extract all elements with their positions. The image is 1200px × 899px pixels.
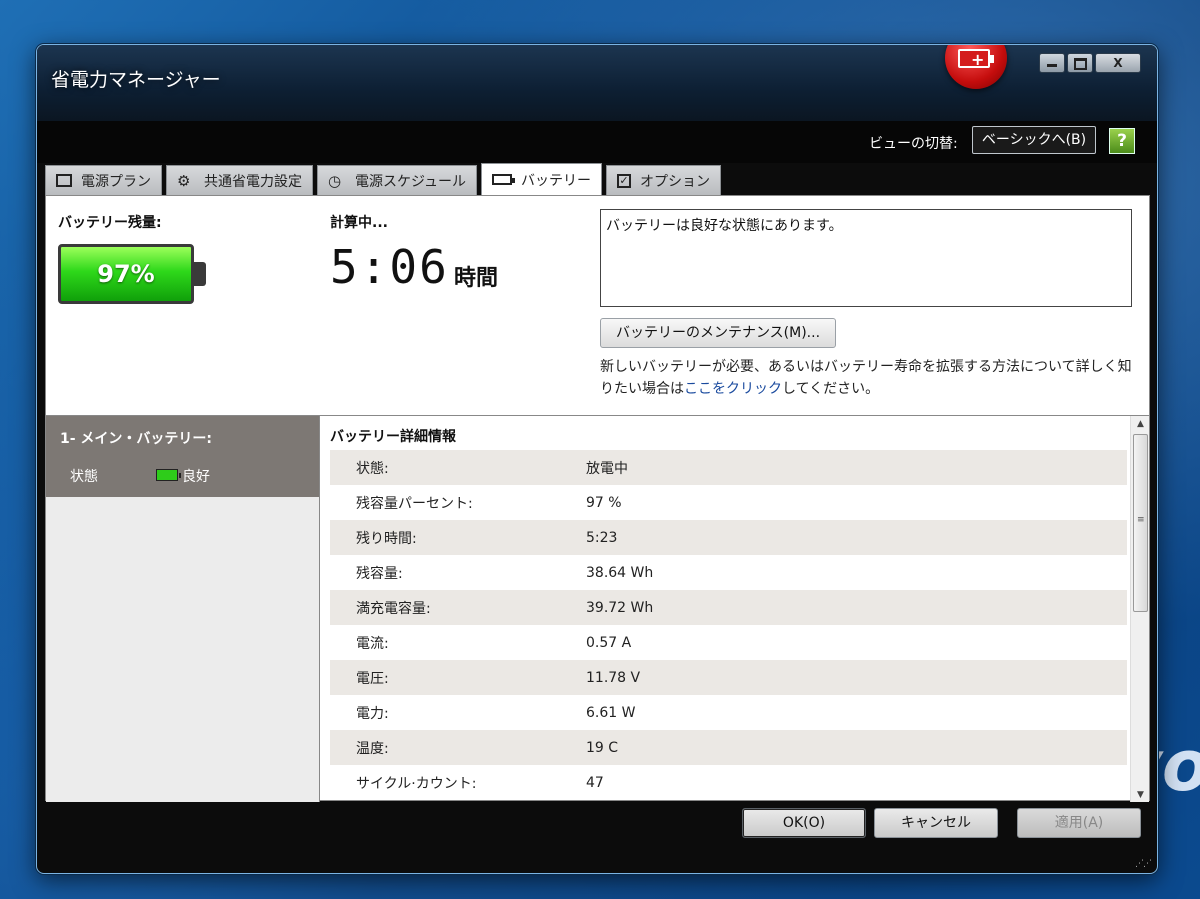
status-message-box: バッテリーは良好な状態にあります。 xyxy=(600,209,1132,307)
title-bar[interactable]: 省電力マネージャー + X xyxy=(37,45,1157,121)
battery-info-text: 新しいバッテリーが必要、あるいはバッテリー寿命を拡張する方法について詳しく知りた… xyxy=(600,356,1140,400)
view-bar: ビューの切替: ベーシックへ(B) ? xyxy=(37,121,1157,163)
scroll-down-icon[interactable]: ▼ xyxy=(1131,787,1150,802)
schedule-icon: ◷ xyxy=(328,171,342,190)
calculating-label: 計算中... xyxy=(330,215,388,231)
battery-tip xyxy=(194,262,206,286)
row-key: 電流: xyxy=(356,635,389,652)
tab-bar: 電源プラン ⚙ 共通省電力設定 ◷ 電源スケジュール バッテリー ✓ オプション xyxy=(45,163,725,195)
row-value: 47 xyxy=(586,774,604,791)
tab-label: バッテリー xyxy=(521,172,592,189)
table-row: 温度: 19 C xyxy=(330,730,1127,765)
ok-button[interactable]: OK(O) xyxy=(742,808,866,838)
row-value: 39.72 Wh xyxy=(586,599,654,616)
details-table: 状態: 放電中 残容量パーセント: 97 % 残り時間: 5:23 残容量: 38.64… xyxy=(330,450,1127,800)
table-row: 残容量: 38.64 Wh xyxy=(330,555,1127,590)
main-battery-title: 1- メイン・バッテリー: xyxy=(60,431,213,447)
tab-label: 電源プラン xyxy=(81,173,151,190)
battery-level-icon: 97% xyxy=(58,244,194,304)
row-key: サイクル·カウント: xyxy=(356,775,477,792)
remaining-label: バッテリー残量: xyxy=(58,215,162,231)
table-row: サイクル·カウント: 47 xyxy=(330,765,1127,800)
gear-icon: ⚙ xyxy=(177,171,191,190)
help-icon[interactable]: ? xyxy=(1109,128,1135,154)
row-value: 19 C xyxy=(586,739,619,756)
battery-maintenance-button[interactable]: バッテリーのメンテナンス(M)... xyxy=(600,318,836,348)
table-row: 電圧: 11.78 V xyxy=(330,660,1127,695)
time-unit: 時間 xyxy=(454,266,499,291)
table-row: 残容量パーセント: 97 % xyxy=(330,485,1127,520)
row-key: 電力: xyxy=(356,705,389,722)
battery-icon xyxy=(492,174,516,185)
battery-percent: 97% xyxy=(97,260,155,288)
battery-tab-content: バッテリー残量: 97% 計算中... 5:06 時間 バッテリーは良好な状態に… xyxy=(45,195,1150,802)
table-row: 残り時間: 5:23 xyxy=(330,520,1127,555)
row-value: 0.57 A xyxy=(586,634,632,651)
details-title: バッテリー詳細情報 xyxy=(330,429,456,445)
close-button[interactable]: X xyxy=(1095,53,1141,73)
document-icon xyxy=(56,174,72,187)
state-value: 良好 xyxy=(182,469,210,485)
row-value: 6.61 W xyxy=(586,704,636,721)
battery-summary: バッテリー残量: 97% 計算中... 5:06 時間 バッテリーは良好な状態に… xyxy=(46,196,1149,415)
battery-list-panel: 1- メイン・バッテリー: 状態 良好 xyxy=(46,415,319,802)
row-key: 状態: xyxy=(356,460,389,477)
scroll-up-icon[interactable]: ▲ xyxy=(1131,416,1150,432)
apply-button[interactable]: 適用(A) xyxy=(1017,808,1141,838)
window-controls: X xyxy=(1039,53,1141,73)
state-label: 状態 xyxy=(70,469,98,485)
row-value: 放電中 xyxy=(586,460,628,477)
battery-good-icon xyxy=(156,469,181,481)
main-battery-item[interactable]: 1- メイン・バッテリー: 状態 良好 xyxy=(46,416,319,497)
checkbox-icon: ✓ xyxy=(617,173,632,188)
battery-details-panel: バッテリー詳細情報 状態: 放電中 残容量パーセント: 97 % 残り時間: 5:23… xyxy=(319,415,1150,802)
click-here-link[interactable]: ここをクリック xyxy=(684,381,782,397)
basic-view-button[interactable]: ベーシックへ(B) xyxy=(972,126,1096,154)
row-key: 残り時間: xyxy=(356,530,417,547)
row-key: 残容量: xyxy=(356,565,403,582)
table-row: 満充電容量: 39.72 Wh xyxy=(330,590,1127,625)
resize-grip-icon[interactable]: ⋰⋰ xyxy=(1135,859,1152,869)
tab-power-plan[interactable]: 電源プラン xyxy=(45,165,162,195)
tab-label: 電源スケジュール xyxy=(355,173,467,190)
view-switch-label: ビューの切替: xyxy=(869,136,958,152)
tab-options[interactable]: ✓ オプション xyxy=(606,165,722,195)
battery-badge-icon: + xyxy=(945,45,1007,89)
cancel-button[interactable]: キャンセル xyxy=(874,808,998,838)
details-scrollbar[interactable]: ▲ ≡ ▼ xyxy=(1130,416,1149,802)
minimize-button[interactable] xyxy=(1039,53,1065,73)
tab-label: 共通省電力設定 xyxy=(204,173,302,190)
row-value: 38.64 Wh xyxy=(586,564,654,581)
main-battery-state: 状態 良好 xyxy=(60,466,305,486)
info-suffix: してください。 xyxy=(782,381,880,397)
row-key: 満充電容量: xyxy=(356,600,431,617)
row-value: 97 % xyxy=(586,494,622,511)
tab-label: オプション xyxy=(640,173,711,190)
table-row: 状態: 放電中 xyxy=(330,450,1127,485)
window-title: 省電力マネージャー xyxy=(51,69,221,91)
status-message: バッテリーは良好な状態にあります。 xyxy=(606,218,843,234)
row-value: 5:23 xyxy=(586,529,618,546)
tab-power-schedule[interactable]: ◷ 電源スケジュール xyxy=(317,165,478,195)
scroll-thumb[interactable]: ≡ xyxy=(1133,434,1148,612)
power-manager-window: 省電力マネージャー + X ビューの切替: ベーシックへ(B) ? 電源プラン … xyxy=(36,44,1158,874)
maximize-button[interactable] xyxy=(1067,53,1093,73)
remaining-time: 5:06 xyxy=(330,240,449,294)
row-key: 電圧: xyxy=(356,670,389,687)
table-row: 電力: 6.61 W xyxy=(330,695,1127,730)
tab-battery[interactable]: バッテリー xyxy=(481,163,603,195)
row-key: 温度: xyxy=(356,740,389,757)
table-row: 電流: 0.57 A xyxy=(330,625,1127,660)
row-key: 残容量パーセント: xyxy=(356,495,473,512)
tab-common-settings[interactable]: ⚙ 共通省電力設定 xyxy=(166,165,313,195)
row-value: 11.78 V xyxy=(586,669,641,686)
